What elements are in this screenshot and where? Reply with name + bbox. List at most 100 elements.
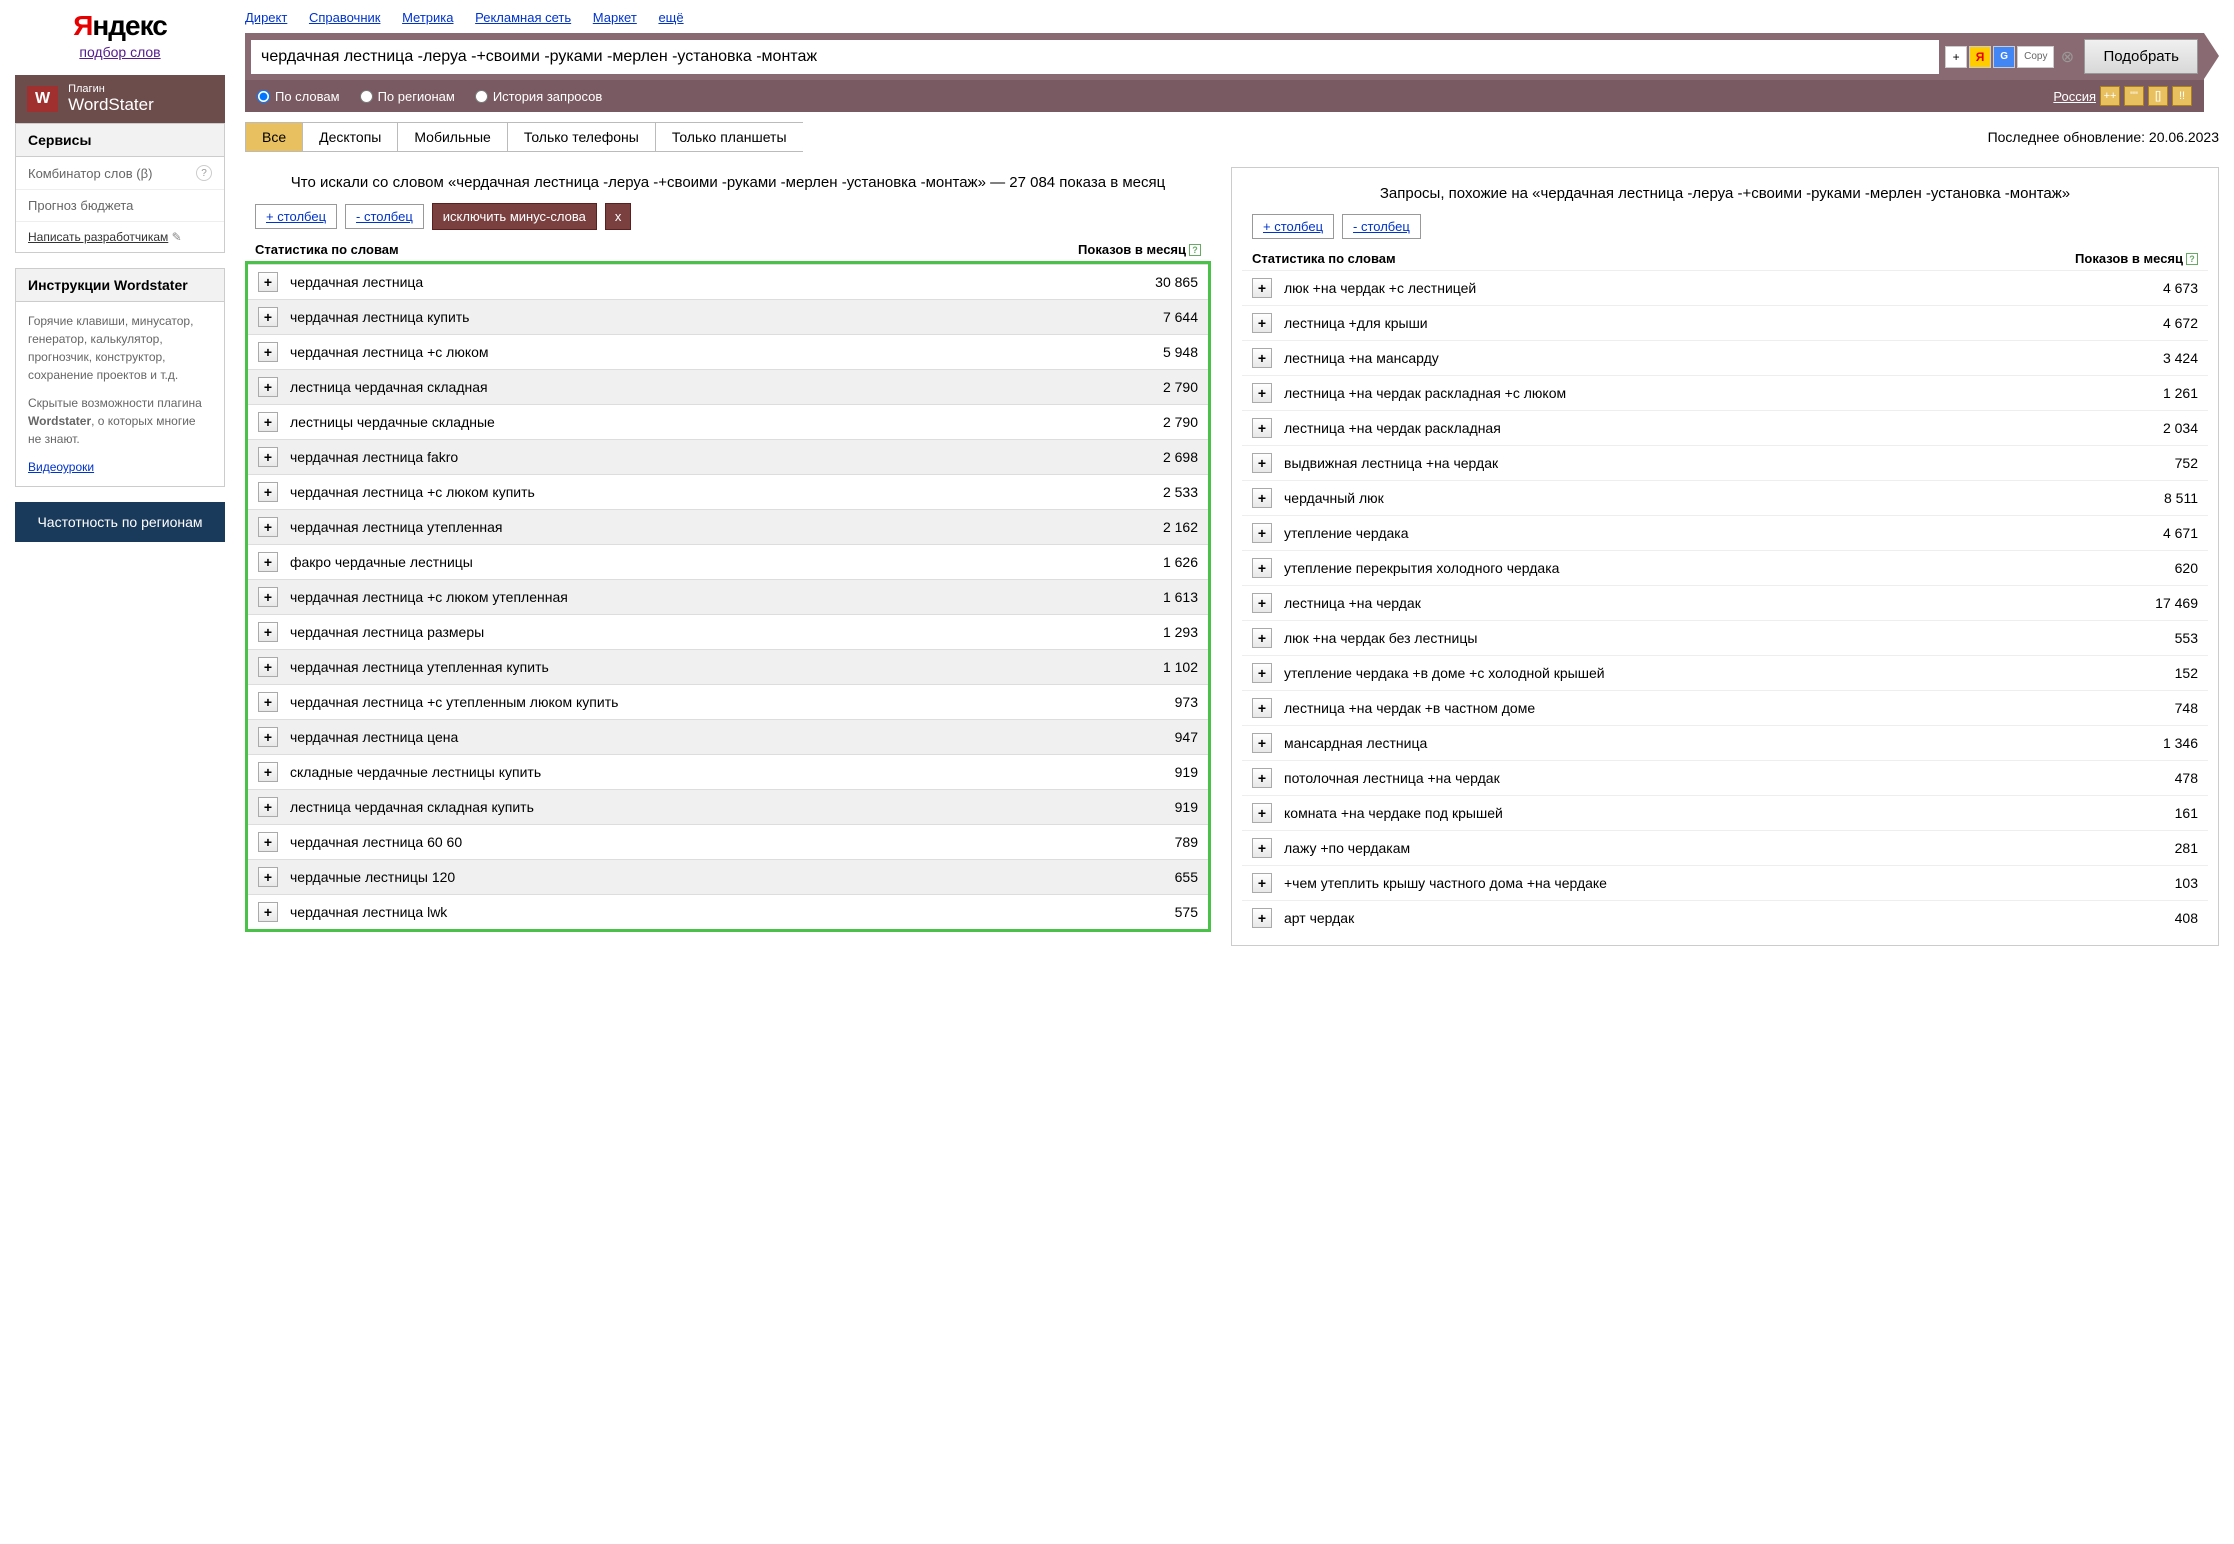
add-keyword-button[interactable]: + [258,587,278,607]
info-icon[interactable]: ? [2186,253,2198,265]
keyword-text[interactable]: чердачная лестница +с люком купить [290,484,1163,500]
add-keyword-button[interactable]: + [1252,453,1272,473]
tiny-btn-plus[interactable]: ++ [2100,86,2120,106]
add-keyword-button[interactable]: + [1252,663,1272,683]
keyword-text[interactable]: мансардная лестница [1284,735,2163,751]
keyword-text[interactable]: лестница +на чердак [1284,595,2155,611]
add-keyword-button[interactable]: + [258,272,278,292]
filter-by-regions[interactable]: По регионам [360,89,455,104]
yandex-icon[interactable]: Я [1969,46,1991,68]
keyword-text[interactable]: лестница чердачная складная [290,379,1163,395]
region-frequency-button[interactable]: Частотность по регионам [15,502,225,542]
x-button[interactable]: x [605,203,632,230]
search-input[interactable] [251,40,1939,74]
add-keyword-button[interactable]: + [1252,803,1272,823]
add-keyword-button[interactable]: + [258,657,278,677]
tiny-btn-bracket[interactable]: [] [2148,86,2168,106]
keyword-text[interactable]: лестница +на чердак +в частном доме [1284,700,2175,716]
write-developers-link[interactable]: Написать разработчикам [28,230,168,244]
add-keyword-button[interactable]: + [258,342,278,362]
keyword-text[interactable]: арт чердак [1284,910,2175,926]
keyword-text[interactable]: чердачная лестница утепленная [290,519,1163,535]
add-keyword-button[interactable]: + [258,902,278,922]
keyword-text[interactable]: лестница чердачная складная купить [290,799,1175,815]
keyword-text[interactable]: утепление чердака [1284,525,2163,541]
keyword-text[interactable]: утепление чердака +в доме +с холодной кр… [1284,665,2175,681]
keyword-text[interactable]: чердачная лестница lwk [290,904,1175,920]
add-keyword-button[interactable]: + [1252,558,1272,578]
keyword-text[interactable]: лестница +на мансарду [1284,350,2163,366]
add-keyword-button[interactable]: + [258,552,278,572]
keyword-text[interactable]: выдвижная лестница +на чердак [1284,455,2175,471]
keyword-text[interactable]: лестница +на чердак раскладная [1284,420,2163,436]
add-keyword-button[interactable]: + [1252,348,1272,368]
add-keyword-button[interactable]: + [1252,523,1272,543]
del-column-button[interactable]: - столбец [1342,214,1421,239]
add-column-button[interactable]: + столбец [255,204,337,229]
help-icon[interactable]: ? [196,165,212,181]
add-keyword-button[interactable]: + [1252,313,1272,333]
add-keyword-button[interactable]: + [258,762,278,782]
add-keyword-button[interactable]: + [258,832,278,852]
keyword-text[interactable]: лестница +на чердак раскладная +с люком [1284,385,2163,401]
add-keyword-button[interactable]: + [1252,838,1272,858]
add-keyword-button[interactable]: + [1252,873,1272,893]
plus-search-button[interactable]: + [1945,46,1967,68]
add-keyword-button[interactable]: + [1252,278,1272,298]
tab-phones[interactable]: Только телефоны [507,122,655,152]
keyword-text[interactable]: чердачная лестница +с утепленным люком к… [290,694,1175,710]
tab-tablets[interactable]: Только планшеты [655,122,803,152]
region-link[interactable]: Россия [2053,89,2096,104]
add-keyword-button[interactable]: + [1252,908,1272,928]
tab-all[interactable]: Все [245,122,302,152]
filter-by-words[interactable]: По словам [257,89,340,104]
add-keyword-button[interactable]: + [258,482,278,502]
keyword-text[interactable]: комната +на чердаке под крышей [1284,805,2175,821]
keyword-text[interactable]: лестница +для крыши [1284,315,2163,331]
add-keyword-button[interactable]: + [258,692,278,712]
filter-history[interactable]: История запросов [475,89,603,104]
add-keyword-button[interactable]: + [258,867,278,887]
logo-subtitle-link[interactable]: подбор слов [15,44,225,60]
keyword-text[interactable]: +чем утеплить крышу частного дома +на че… [1284,875,2175,891]
tiny-btn-exclaim[interactable]: !! [2172,86,2192,106]
clear-icon[interactable]: ⊗ [2056,47,2078,67]
add-keyword-button[interactable]: + [1252,768,1272,788]
keyword-text[interactable]: люк +на чердак без лестницы [1284,630,2175,646]
keyword-text[interactable]: чердачная лестница размеры [290,624,1163,640]
info-icon[interactable]: ? [1189,244,1201,256]
add-keyword-button[interactable]: + [258,797,278,817]
radio-history[interactable] [475,90,488,103]
exclude-minus-button[interactable]: исключить минус-слова [432,203,597,230]
top-link[interactable]: Метрика [402,10,453,25]
top-link[interactable]: Рекламная сеть [475,10,571,25]
radio-words[interactable] [257,90,270,103]
keyword-text[interactable]: факро чердачные лестницы [290,554,1163,570]
keyword-text[interactable]: утепление перекрытия холодного чердака [1284,560,2175,576]
add-keyword-button[interactable]: + [1252,698,1272,718]
top-link[interactable]: Справочник [309,10,381,25]
tab-desktop[interactable]: Десктопы [302,122,397,152]
keyword-text[interactable]: чердачная лестница купить [290,309,1163,325]
tab-mobile[interactable]: Мобильные [397,122,507,152]
add-keyword-button[interactable]: + [1252,488,1272,508]
keyword-text[interactable]: люк +на чердак +с лестницей [1284,280,2163,296]
add-keyword-button[interactable]: + [1252,383,1272,403]
keyword-text[interactable]: чердачная лестница 60 60 [290,834,1175,850]
sidebar-item-combinator[interactable]: Комбинатор слов (β) ? [16,157,224,190]
add-column-button[interactable]: + столбец [1252,214,1334,239]
add-keyword-button[interactable]: + [258,447,278,467]
keyword-text[interactable]: чердачная лестница утепленная купить [290,659,1163,675]
keyword-text[interactable]: лестницы чердачные складные [290,414,1163,430]
video-lessons-link[interactable]: Видеоуроки [28,460,94,474]
del-column-button[interactable]: - столбец [345,204,424,229]
add-keyword-button[interactable]: + [258,517,278,537]
keyword-text[interactable]: чердачные лестницы 120 [290,869,1175,885]
keyword-text[interactable]: чердачная лестница +с люком [290,344,1163,360]
add-keyword-button[interactable]: + [258,412,278,432]
add-keyword-button[interactable]: + [258,622,278,642]
add-keyword-button[interactable]: + [1252,593,1272,613]
keyword-text[interactable]: потолочная лестница +на чердак [1284,770,2175,786]
copy-button[interactable]: Copy [2017,46,2054,68]
top-link[interactable]: Директ [245,10,287,25]
